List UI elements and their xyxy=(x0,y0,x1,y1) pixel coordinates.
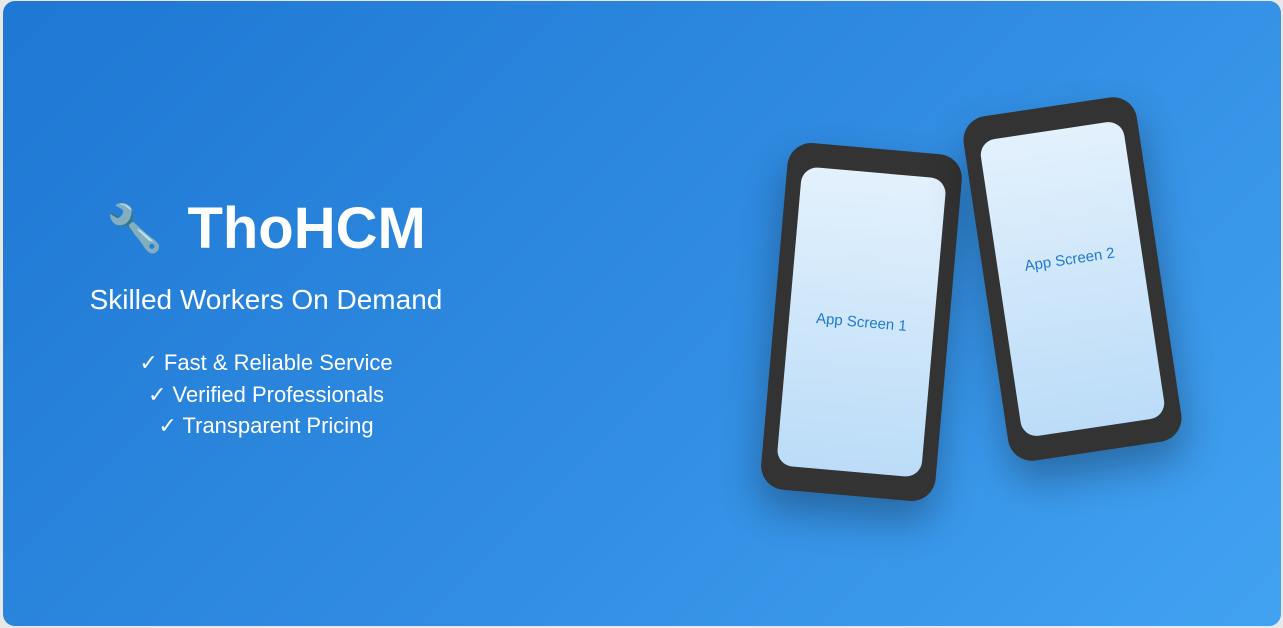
feature-list: ✓ Fast & Reliable Service ✓ Verified Pro… xyxy=(3,347,529,442)
hero-banner: 🔧 ThoHCM Skilled Workers On Demand ✓ Fast… xyxy=(3,1,1281,626)
feature-item: ✓ Verified Professionals xyxy=(147,381,385,407)
feature-item: ✓ Transparent Pricing xyxy=(158,413,374,438)
app-screen-label: App Screen 2 xyxy=(1023,244,1116,275)
brand-name: ThoHCM xyxy=(187,196,426,261)
tagline: Skilled Workers On Demand xyxy=(89,284,443,315)
phone-mockup-2: App Screen 2 xyxy=(960,93,1185,465)
hero-text: 🔧 ThoHCM Skilled Workers On Demand ✓ Fast… xyxy=(3,1,529,626)
app-screen-1: App Screen 1 xyxy=(776,166,947,478)
wrench-icon: 🔧 xyxy=(106,202,164,254)
feature-item: ✓ Fast & Reliable Service xyxy=(139,350,393,375)
app-screen-label: App Screen 1 xyxy=(815,309,908,335)
app-screen-2: App Screen 2 xyxy=(978,119,1167,439)
phone-mockup-1: App Screen 1 xyxy=(759,141,964,503)
brand-title: 🔧 ThoHCM xyxy=(3,193,529,264)
